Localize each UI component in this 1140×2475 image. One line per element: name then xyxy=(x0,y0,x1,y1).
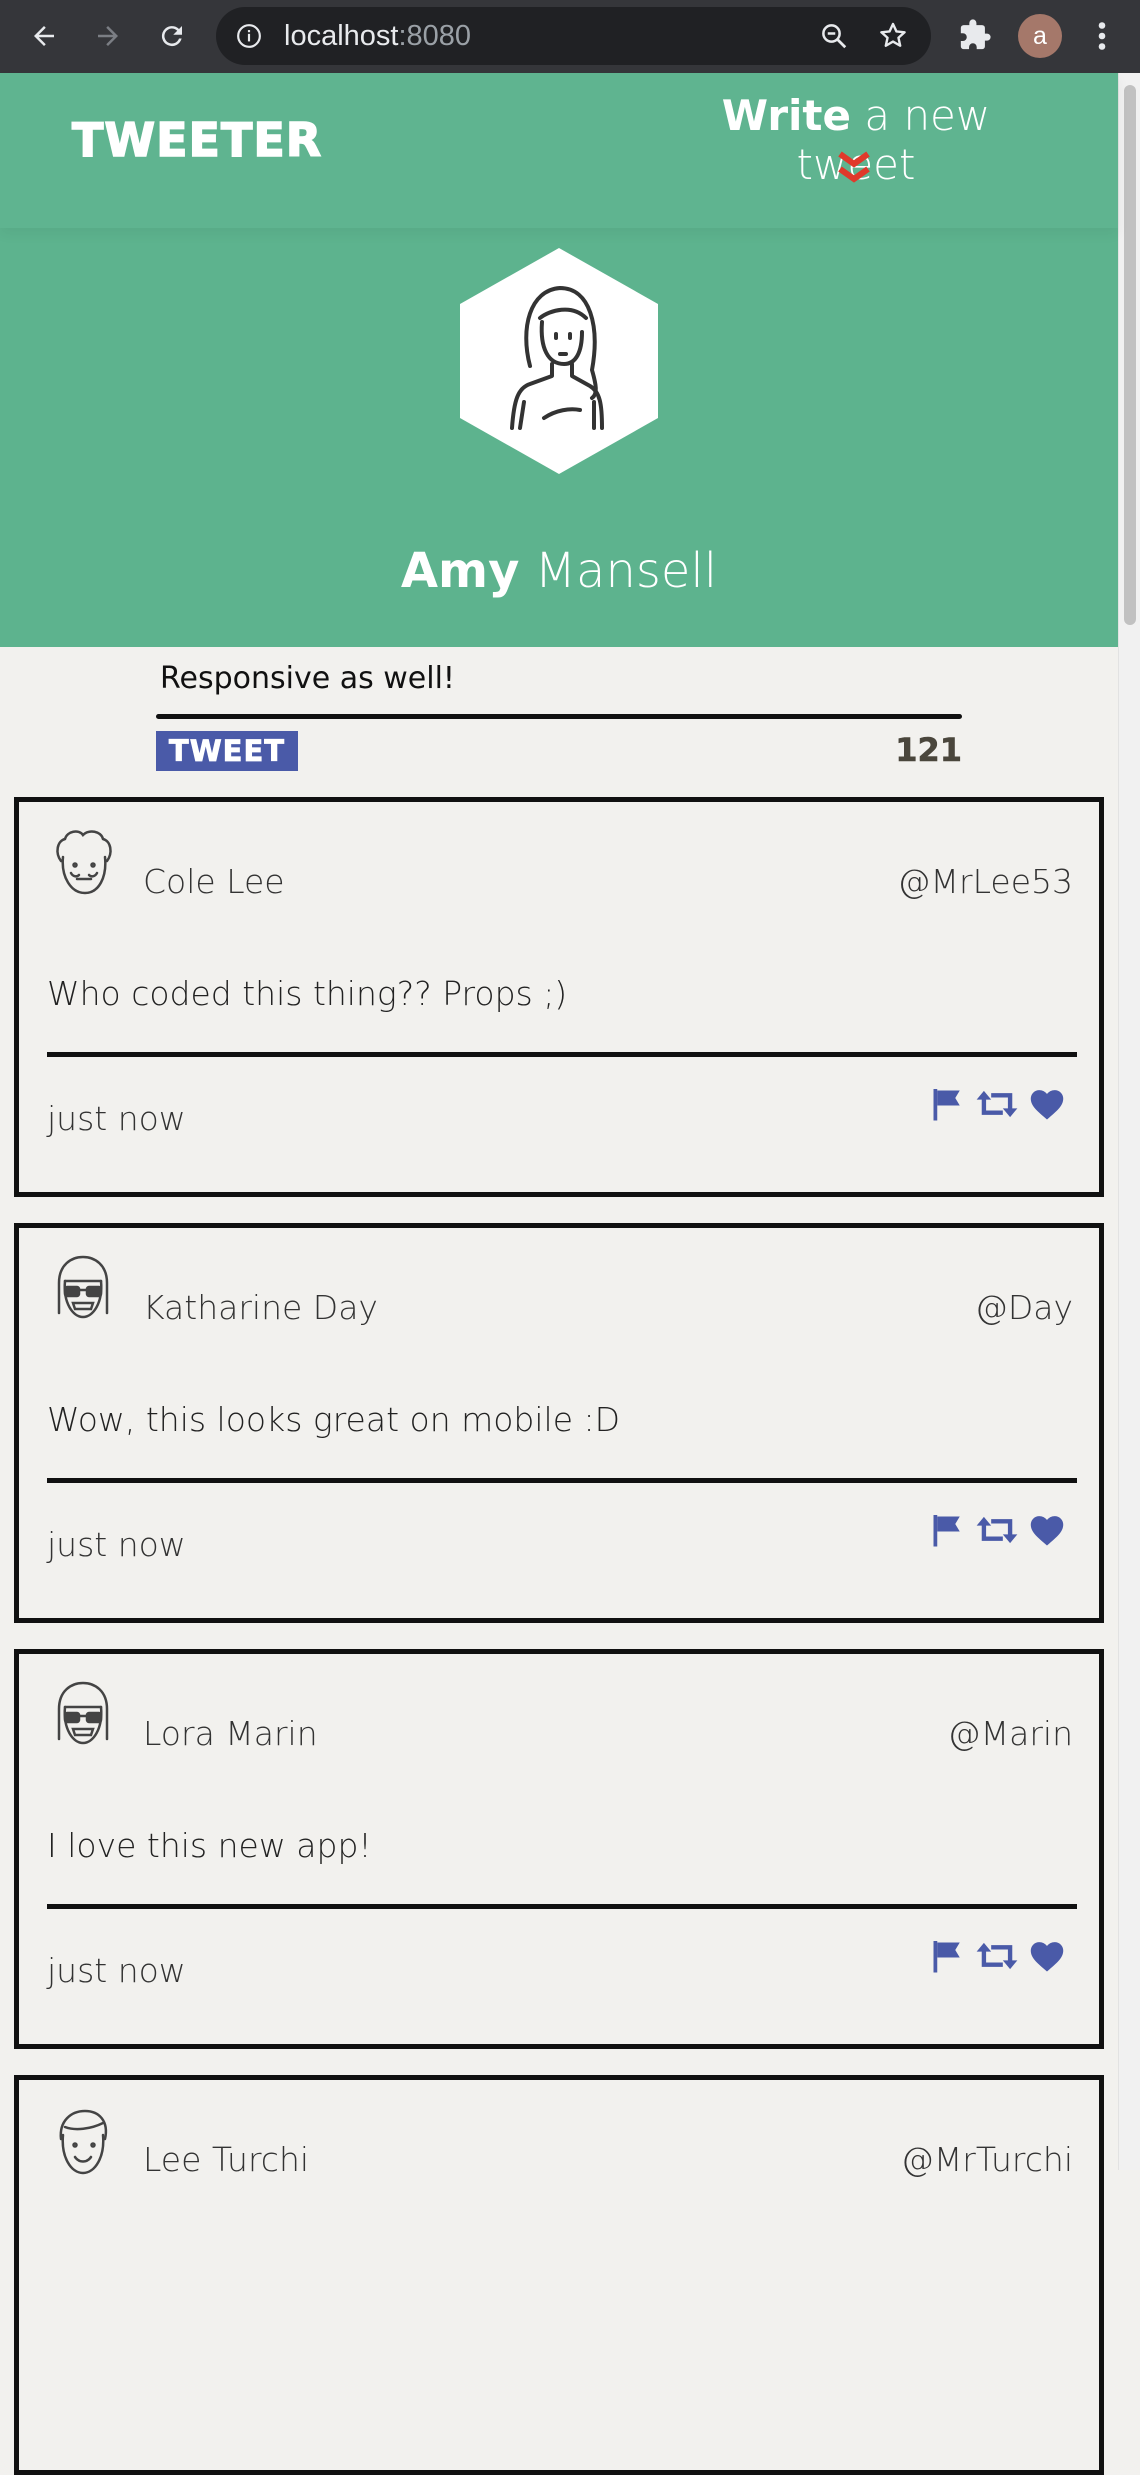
tweet-timestamp: just now xyxy=(47,1525,186,1564)
tweet-timestamp: just now xyxy=(47,1099,186,1138)
tweet-actions xyxy=(925,1084,1069,1124)
profile-header: TWEETER Write a new tweet Amy Mansell xyxy=(0,73,1118,647)
app-logo[interactable]: TWEETER xyxy=(71,112,322,168)
back-arrow-icon[interactable] xyxy=(26,18,62,54)
page-scrollbar[interactable] xyxy=(1118,73,1140,2170)
user-full-name: Amy Mansell xyxy=(400,543,718,599)
tweet-content: Who coded this thing?? Props ;) xyxy=(47,974,568,1013)
tweet-text-input[interactable]: Responsive as well! xyxy=(156,661,962,711)
flag-icon[interactable] xyxy=(925,1510,969,1550)
user-avatar xyxy=(460,248,658,474)
tweet-author-name: Lora Marin xyxy=(143,1714,318,1753)
glasses-woman-avatar-icon xyxy=(47,1253,119,1325)
tweet-divider xyxy=(47,1052,1077,1057)
tweet-author-name: Katharine Day xyxy=(143,1288,378,1327)
glasses-woman-avatar-icon xyxy=(47,1679,119,1751)
tweet-divider xyxy=(47,1478,1077,1483)
character-counter: 121 xyxy=(895,731,962,770)
tweet-author-handle: @MrTurchi xyxy=(900,2140,1073,2179)
tweet-card: Lee Turchi @MrTurchi xyxy=(14,2075,1104,2475)
scrollbar-thumb[interactable] xyxy=(1124,85,1136,625)
heart-icon[interactable] xyxy=(1025,1510,1069,1550)
tweet-card: Cole Lee @MrLee53 Who coded this thing??… xyxy=(14,797,1104,1197)
zoom-out-icon[interactable] xyxy=(819,21,849,55)
tweet-card: Lora Marin @Marin I love this new app! j… xyxy=(14,1649,1104,2049)
profile-avatar[interactable]: a xyxy=(1018,14,1062,58)
tweet-composer: Responsive as well! TWEET 121 xyxy=(156,647,962,773)
tweet-timestamp: just now xyxy=(47,1951,186,1990)
more-menu-icon[interactable] xyxy=(1092,18,1112,58)
smiling-man-avatar-icon xyxy=(47,2105,119,2177)
curly-hair-man-avatar-icon xyxy=(47,827,119,899)
url-text: localhost:8080 xyxy=(284,20,472,52)
reload-icon[interactable] xyxy=(154,18,190,54)
double-chevron-down-icon[interactable] xyxy=(835,150,873,190)
composer-underline xyxy=(156,714,962,719)
tweet-card: Katharine Day @Day Wow, this looks great… xyxy=(14,1223,1104,1623)
tweet-actions xyxy=(925,1510,1069,1550)
site-info-icon[interactable] xyxy=(236,23,262,53)
extensions-puzzle-icon[interactable] xyxy=(958,18,992,56)
tweet-author-handle: @Day xyxy=(974,1288,1073,1327)
flag-icon[interactable] xyxy=(925,1084,969,1124)
tweet-author-name: Cole Lee xyxy=(143,862,285,901)
browser-toolbar: localhost:8080 a xyxy=(0,0,1140,73)
flag-icon[interactable] xyxy=(925,1936,969,1976)
tweet-author-handle: @MrLee53 xyxy=(897,862,1073,901)
tweet-content: I love this new app! xyxy=(47,1826,372,1865)
heart-icon[interactable] xyxy=(1025,1084,1069,1124)
forward-arrow-icon[interactable] xyxy=(90,18,126,54)
tweet-content: Wow, this looks great on mobile :D xyxy=(47,1400,621,1439)
heart-icon[interactable] xyxy=(1025,1936,1069,1976)
retweet-icon[interactable] xyxy=(975,1084,1019,1124)
tweet-submit-button[interactable]: TWEET xyxy=(156,731,298,771)
tweet-divider xyxy=(47,1904,1077,1909)
tweet-actions xyxy=(925,1936,1069,1976)
tweet-author-handle: @Marin xyxy=(947,1714,1073,1753)
tweet-author-name: Lee Turchi xyxy=(143,2140,310,2179)
bookmark-star-icon[interactable] xyxy=(877,20,909,56)
retweet-icon[interactable] xyxy=(975,1510,1019,1550)
address-bar[interactable]: localhost:8080 xyxy=(216,7,931,65)
retweet-icon[interactable] xyxy=(975,1936,1019,1976)
